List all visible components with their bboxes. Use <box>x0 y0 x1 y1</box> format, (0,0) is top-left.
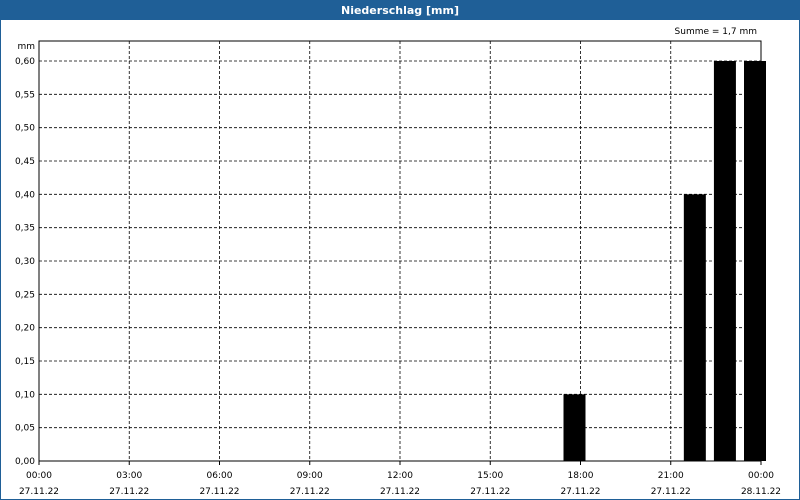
y-tick-label: 0,15 <box>15 357 35 367</box>
y-tick-label: 0,50 <box>15 124 35 134</box>
x-tick-time-label: 12:00 <box>387 471 413 481</box>
x-tick-date-label: 27.11.22 <box>651 487 691 497</box>
x-tick-time-label: 06:00 <box>207 471 233 481</box>
y-tick-label: 0,40 <box>15 190 35 200</box>
y-tick-label: 0,05 <box>15 424 35 434</box>
x-tick-date-label: 27.11.22 <box>380 487 420 497</box>
y-tick-label: 0,00 <box>15 457 35 467</box>
y-tick-label: 0,45 <box>15 157 35 167</box>
chart-window: Niederschlag [mm] 0,00 0,05 0,10 0,15 0,20 0,… <box>0 0 800 500</box>
precipitation-chart: 0,00 0,05 0,10 0,15 0,20 0,25 0,30 0,35 0,40 0,45… <box>15 27 781 497</box>
x-tick-date-label: 27.11.22 <box>290 487 330 497</box>
precipitation-bar <box>683 194 706 462</box>
y-unit-label: mm <box>17 42 35 52</box>
x-tick-date-label: 27.11.22 <box>109 487 149 497</box>
x-tick-date-label: 27.11.22 <box>560 487 600 497</box>
y-tick-label: 0,60 <box>15 57 35 67</box>
x-tick-date-label: 27.11.22 <box>470 487 510 497</box>
x-tick-time-label: 00:00 <box>26 471 52 481</box>
x-tick-time-label: 03:00 <box>116 471 142 481</box>
y-tick-label: 0,10 <box>15 390 35 400</box>
y-tick-label: 0,55 <box>15 90 35 100</box>
y-tick-label: 0,35 <box>15 224 35 234</box>
y-tick-label: 0,25 <box>15 290 35 300</box>
x-tick-date-label: 28.11.22 <box>741 487 781 497</box>
y-tick-label: 0,20 <box>15 324 35 334</box>
x-tick-time-label: 15:00 <box>477 471 503 481</box>
x-tick-time-label: 00:00 <box>748 471 774 481</box>
precipitation-bar <box>713 61 736 461</box>
sum-annotation: Summe = 1,7 mm <box>675 27 757 37</box>
precipitation-bar <box>744 61 766 461</box>
x-tick-date-label: 27.11.22 <box>199 487 239 497</box>
x-tick-time-label: 18:00 <box>568 471 594 481</box>
x-tick-time-label: 21:00 <box>658 471 684 481</box>
precipitation-bar <box>563 394 586 461</box>
y-tick-label: 0,30 <box>15 257 35 267</box>
x-tick-date-label: 27.11.22 <box>19 487 59 497</box>
x-tick-time-label: 09:00 <box>297 471 323 481</box>
